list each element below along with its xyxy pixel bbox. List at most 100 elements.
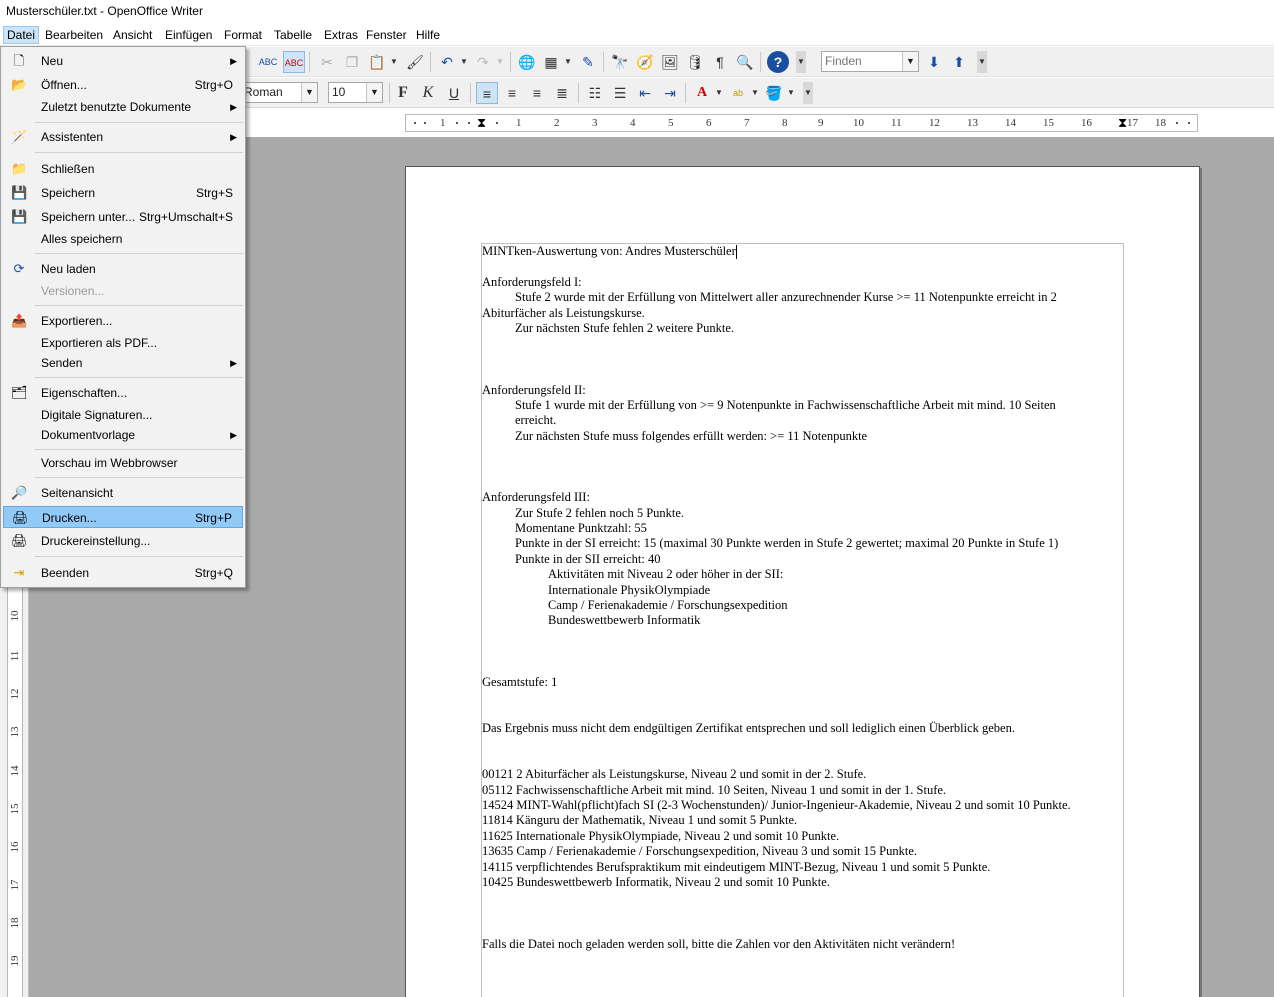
document-line[interactable]: Internationale PhysikOlympiade xyxy=(482,583,1122,598)
document-line[interactable] xyxy=(482,690,1122,705)
background-color-icon[interactable]: 🪣 xyxy=(763,82,785,104)
toolbar-overflow-icon[interactable]: ▼ xyxy=(796,51,806,73)
right-indent-marker-icon[interactable]: ⧗ xyxy=(1118,116,1127,130)
italic-icon[interactable]: K xyxy=(417,82,439,104)
menu-extras[interactable]: Extras xyxy=(321,26,361,44)
document-line[interactable] xyxy=(482,660,1122,675)
menu-datei[interactable]: Datei xyxy=(3,26,40,44)
document-text[interactable]: MINTken-Auswertung von: Andres Mustersch… xyxy=(482,244,1122,952)
document-line[interactable]: Abiturfächer als Leistungskurse. xyxy=(482,306,1122,321)
document-line[interactable] xyxy=(482,921,1122,936)
document-line[interactable]: Punkte in der SI erreicht: 15 (maximal 3… xyxy=(482,536,1122,551)
document-line[interactable] xyxy=(482,906,1122,921)
underline-icon[interactable]: U xyxy=(443,82,465,104)
document-line[interactable]: Bundeswettbewerb Informatik xyxy=(482,613,1122,628)
document-line[interactable] xyxy=(482,459,1122,474)
zoom-icon[interactable]: 🔍 xyxy=(734,51,756,73)
paste-dropdown-icon[interactable]: ▼ xyxy=(389,51,399,73)
menu-item-assistenten[interactable]: 🪄 Assistenten ▶ xyxy=(3,126,243,148)
highlighting-dropdown-icon[interactable]: ▼ xyxy=(750,82,760,104)
table-icon[interactable]: ▦ xyxy=(540,51,562,73)
document-line[interactable]: Anforderungsfeld I: xyxy=(482,275,1122,290)
font-name-dropdown-icon[interactable]: ▼ xyxy=(301,83,317,102)
document-line[interactable]: Zur nächsten Stufe fehlen 2 weitere Punk… xyxy=(482,321,1122,336)
document-line[interactable] xyxy=(482,706,1122,721)
menu-item-drucken[interactable]: 🖨 Drucken... Strg+P xyxy=(3,506,243,528)
menu-tabelle[interactable]: Tabelle xyxy=(271,26,315,44)
undo-dropdown-icon[interactable]: ▼ xyxy=(459,51,469,73)
document-line[interactable]: 11625 Internationale PhysikOlympiade, Ni… xyxy=(482,829,1122,844)
document-line[interactable]: 11814 Känguru der Mathematik, Niveau 1 u… xyxy=(482,813,1122,828)
document-line[interactable]: 10425 Bundeswettbewerb Informatik, Nivea… xyxy=(482,875,1122,890)
align-right-icon[interactable]: ≡ xyxy=(526,82,548,104)
bold-icon[interactable]: F xyxy=(392,82,414,104)
hyperlink-icon[interactable]: 🌐 xyxy=(516,51,538,73)
document-line[interactable]: Zur Stufe 2 fehlen noch 5 Punkte. xyxy=(482,506,1122,521)
menu-item-speichern[interactable]: 💾 Speichern Strg+S xyxy=(3,182,243,204)
cut-icon[interactable]: ✂ xyxy=(316,51,338,73)
document-line[interactable]: Zur nächsten Stufe muss folgendes erfüll… xyxy=(482,429,1122,444)
find-replace-icon[interactable]: 🔭 xyxy=(609,51,631,73)
background-color-dropdown-icon[interactable]: ▼ xyxy=(786,82,796,104)
document-line[interactable]: Gesamtstufe: 1 xyxy=(482,675,1122,690)
menu-item-zuletzt[interactable]: Zuletzt benutzte Dokumente ▶ xyxy=(3,96,243,118)
find-toolbar-overflow-icon[interactable]: ▼ xyxy=(977,51,987,73)
document-line[interactable] xyxy=(482,475,1122,490)
undo-icon[interactable]: ↶ xyxy=(436,51,458,73)
menu-item-seitenansicht[interactable]: 🔎 Seitenansicht xyxy=(3,482,243,504)
justify-icon[interactable]: ≣ xyxy=(551,82,573,104)
menu-item-vorschau-webbrowser[interactable]: Vorschau im Webbrowser xyxy=(3,452,243,474)
document-line[interactable]: 00121 2 Abiturfächer als Leistungskurse,… xyxy=(482,767,1122,782)
find-next-icon[interactable]: ⬇ xyxy=(923,51,945,73)
document-line[interactable] xyxy=(482,444,1122,459)
copy-icon[interactable]: ❐ xyxy=(341,51,363,73)
find-input[interactable]: Finden ▼ xyxy=(821,51,919,72)
menu-item-digitale-signaturen[interactable]: Digitale Signaturen... xyxy=(3,404,243,426)
document-line[interactable] xyxy=(482,336,1122,351)
menu-fenster[interactable]: Fenster xyxy=(363,26,410,44)
spellcheck-icon[interactable]: ABC xyxy=(257,51,279,73)
font-color-icon[interactable]: A xyxy=(691,82,713,104)
align-left-icon[interactable]: ≡ xyxy=(476,82,498,104)
document-line[interactable]: Das Ergebnis muss nicht dem endgültigen … xyxy=(482,721,1122,736)
document-line[interactable]: Camp / Ferienakademie / Forschungsexpedi… xyxy=(482,598,1122,613)
document-line[interactable] xyxy=(482,367,1122,382)
menu-ansicht[interactable]: Ansicht xyxy=(110,26,155,44)
redo-dropdown-icon[interactable]: ▼ xyxy=(495,51,505,73)
font-size-dropdown-icon[interactable]: ▼ xyxy=(366,83,382,102)
menu-format[interactable]: Format xyxy=(221,26,265,44)
menu-item-neu[interactable]: 🗋 Neu ▶ xyxy=(3,50,243,72)
document-line[interactable]: 05112 Fachwissenschaftliche Arbeit mit m… xyxy=(482,783,1122,798)
document-line[interactable]: MINTken-Auswertung von: Andres Mustersch… xyxy=(482,244,1122,260)
font-color-dropdown-icon[interactable]: ▼ xyxy=(714,82,724,104)
document-page[interactable]: MINTken-Auswertung von: Andres Mustersch… xyxy=(405,166,1200,997)
document-line[interactable] xyxy=(482,890,1122,905)
decrease-indent-icon[interactable]: ⇤ xyxy=(634,82,656,104)
numbering-icon[interactable]: ☷ xyxy=(584,82,606,104)
align-center-icon[interactable]: ≡ xyxy=(501,82,523,104)
horizontal-ruler[interactable]: 1 ⧗ 1 2 3 4 5 6 7 8 9 10 11 12 13 14 15 … xyxy=(405,114,1198,132)
menu-item-exportieren[interactable]: 📤 Exportieren... xyxy=(3,310,243,332)
formatting-marks-icon[interactable]: ¶ xyxy=(709,51,731,73)
menu-bearbeiten[interactable]: Bearbeiten xyxy=(42,26,106,44)
document-line[interactable]: Aktivitäten mit Niveau 2 oder höher in d… xyxy=(482,567,1122,582)
document-line[interactable]: Stufe 1 wurde mit der Erfüllung von >= 9… xyxy=(482,398,1122,413)
document-line[interactable]: Anforderungsfeld II: xyxy=(482,383,1122,398)
bullets-icon[interactable]: ☰ xyxy=(609,82,631,104)
menu-item-exportieren-pdf[interactable]: Exportieren als PDF... xyxy=(3,332,243,354)
menu-item-oeffnen[interactable]: 📂 Öffnen... Strg+O xyxy=(3,74,243,96)
menu-hilfe[interactable]: Hilfe xyxy=(413,26,443,44)
data-sources-icon[interactable]: 🛢 xyxy=(684,51,706,73)
font-name-combo[interactable]: Roman ▼ xyxy=(240,82,318,103)
menu-item-druckereinstellung[interactable]: 🖨 Druckereinstellung... xyxy=(3,530,243,552)
menu-item-senden[interactable]: Senden ▶ xyxy=(3,352,243,374)
gallery-icon[interactable]: 🖼 xyxy=(659,51,681,73)
find-dropdown-icon[interactable]: ▼ xyxy=(902,52,918,71)
document-line[interactable] xyxy=(482,352,1122,367)
indent-marker-icon[interactable]: ⧗ xyxy=(477,116,486,130)
document-line[interactable] xyxy=(482,629,1122,644)
menu-item-neu-laden[interactable]: ⟳ Neu laden xyxy=(3,258,243,280)
navigator-icon[interactable]: 🧭 xyxy=(634,51,656,73)
highlighting-icon[interactable]: ab xyxy=(727,82,749,104)
menu-item-versionen[interactable]: Versionen... xyxy=(3,280,243,302)
